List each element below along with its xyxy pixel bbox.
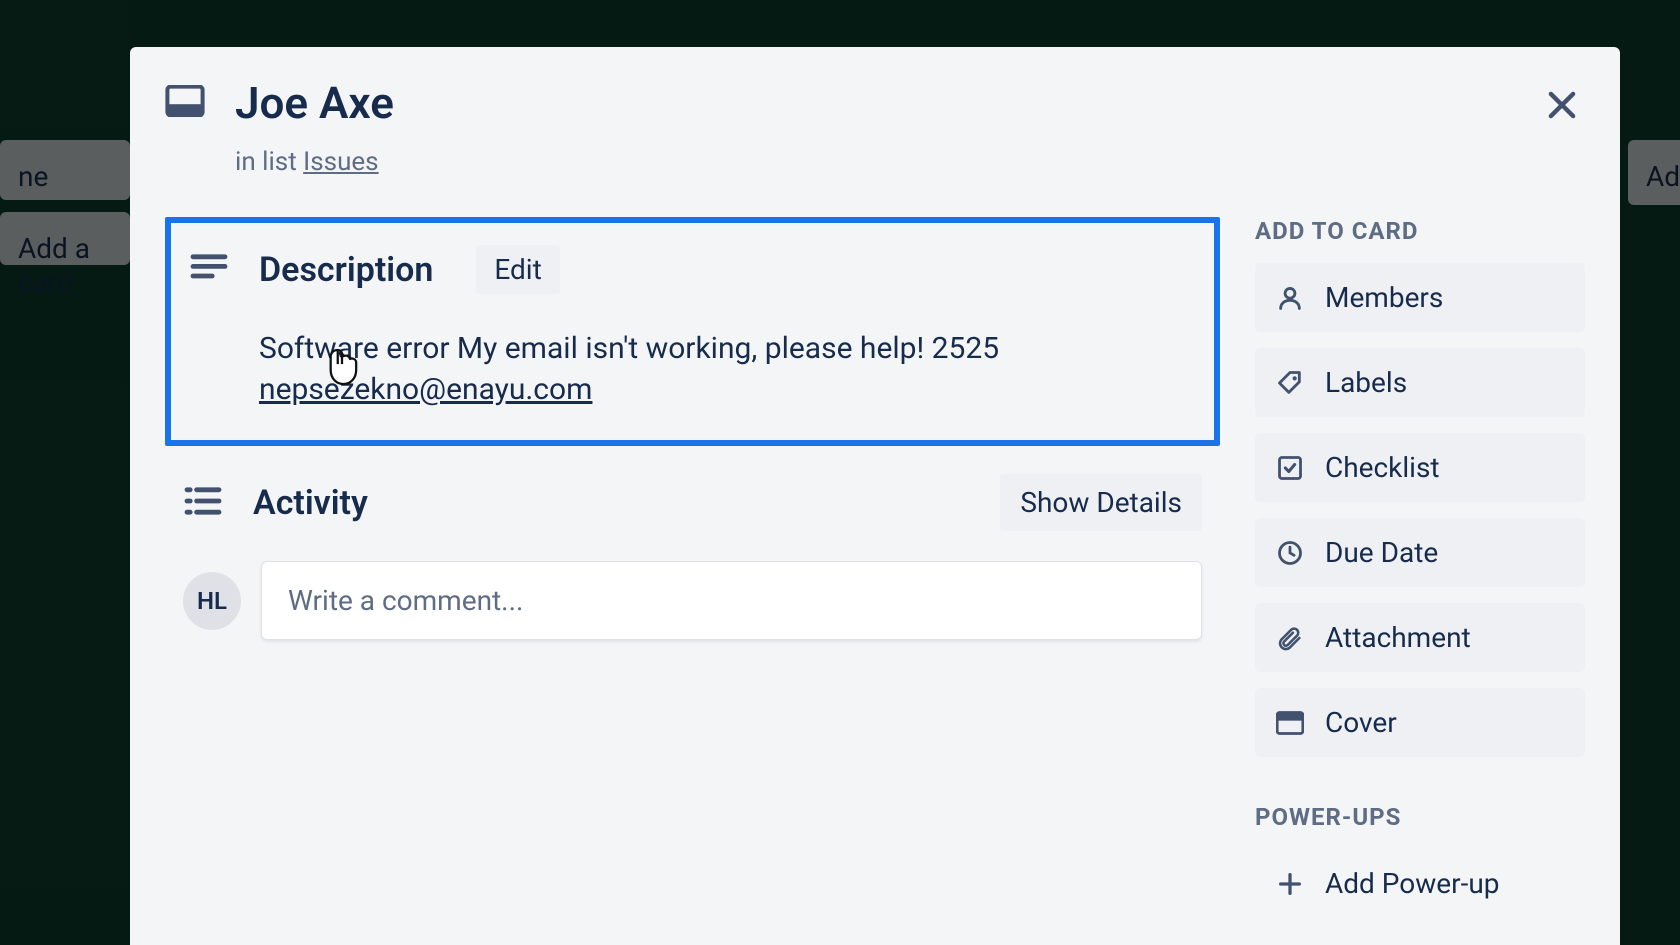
add-powerup-label: Add Power-up: [1325, 867, 1500, 900]
close-button[interactable]: [1534, 77, 1590, 133]
user-icon: [1275, 283, 1305, 313]
description-heading: Description: [259, 250, 433, 290]
card-icon: [165, 77, 210, 121]
clock-icon: [1275, 538, 1305, 568]
edit-description-button[interactable]: Edit: [476, 245, 559, 294]
card-sidebar: ADD TO CARD Members Labels Checklist Due…: [1255, 217, 1585, 945]
paperclip-icon: [1275, 623, 1305, 653]
card-modal: Joe Axe in list Issues Description Edit …: [130, 47, 1620, 945]
labels-label: Labels: [1325, 366, 1407, 399]
user-avatar[interactable]: HL: [183, 572, 241, 630]
attachment-button[interactable]: Attachment: [1255, 603, 1585, 672]
description-body[interactable]: Software error My email isn't working, p…: [259, 329, 1186, 410]
add-powerup-button[interactable]: Add Power-up: [1255, 849, 1585, 918]
close-icon: [1543, 86, 1581, 124]
comment-input[interactable]: Write a comment...: [261, 561, 1202, 640]
checklist-label: Checklist: [1325, 451, 1440, 484]
add-to-card-heading: ADD TO CARD: [1255, 217, 1585, 245]
attachment-label: Attachment: [1325, 621, 1471, 654]
members-button[interactable]: Members: [1255, 263, 1585, 332]
due-date-label: Due Date: [1325, 536, 1438, 569]
labels-button[interactable]: Labels: [1255, 348, 1585, 417]
show-details-button[interactable]: Show Details: [1000, 474, 1202, 531]
tag-icon: [1275, 368, 1305, 398]
members-label: Members: [1325, 281, 1443, 314]
list-link[interactable]: Issues: [303, 147, 378, 177]
card-title[interactable]: Joe Axe: [235, 77, 394, 129]
description-section: Description Edit Software error My email…: [165, 217, 1220, 446]
checklist-icon: [1275, 453, 1305, 483]
cover-icon: [1275, 708, 1305, 738]
powerups-heading: POWER-UPS: [1255, 803, 1585, 831]
description-icon: [189, 252, 234, 288]
cover-button[interactable]: Cover: [1255, 688, 1585, 757]
checklist-button[interactable]: Checklist: [1255, 433, 1585, 502]
activity-icon: [183, 485, 228, 521]
card-list-location: in list Issues: [235, 147, 394, 177]
cover-label: Cover: [1325, 706, 1397, 739]
due-date-button[interactable]: Due Date: [1255, 518, 1585, 587]
activity-heading: Activity: [253, 483, 368, 523]
plus-icon: [1275, 869, 1305, 899]
description-email-link[interactable]: nepsezekno@enayu.com: [259, 372, 592, 407]
activity-section: Activity Show Details HL Write a comment…: [165, 464, 1220, 640]
